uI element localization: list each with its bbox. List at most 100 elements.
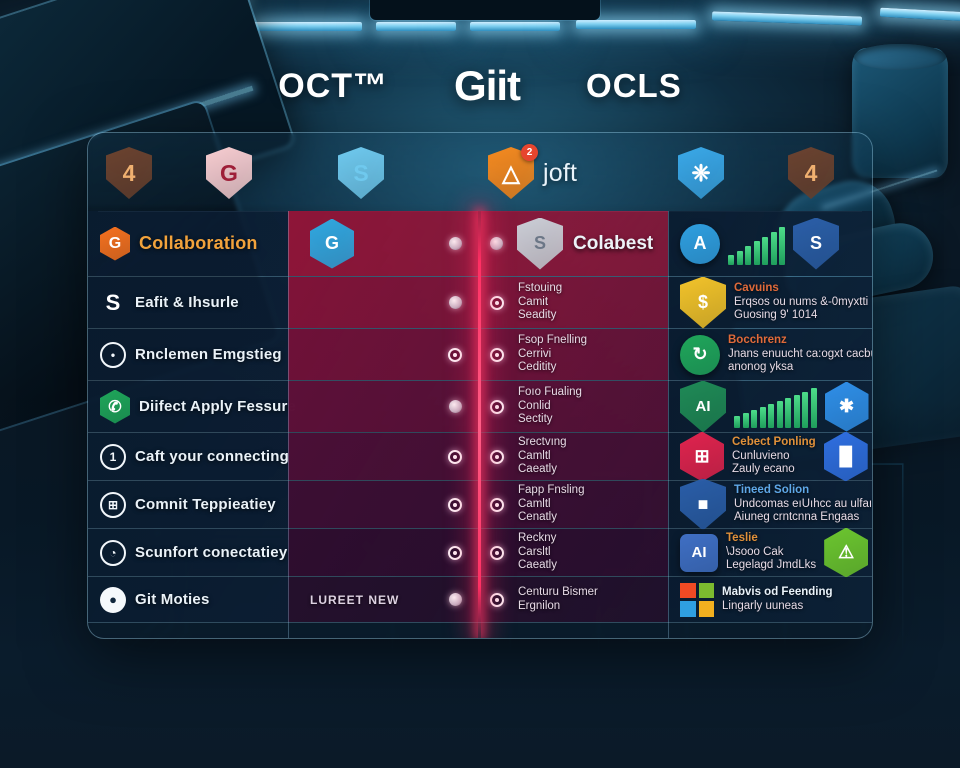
col3-line: Foıo Fualing [518,386,582,399]
col3-line: Caeatly [518,559,557,572]
row-collaboration-label: Collaboration [139,233,258,253]
analytics-hexagon-icon: █ [823,431,868,482]
badge-4-brown-2[interactable]: 4 [788,147,834,199]
col4-subline: Jnans enuucht ca:ogxt cacbun [728,347,872,360]
dollar-shield-icon: $ [680,276,726,329]
logo-giit[interactable]: Giit [454,62,521,110]
row-rnclemen-emgstieg-col2-marker [448,347,462,362]
badge-glyph: ❈ [691,159,711,186]
row-scunfort-conectatiey-col2-cell[interactable] [288,529,478,576]
col3-line: Camltl [518,497,551,510]
row-git-moties-col3-lines: Centuru Bismer Ergnilon [518,586,598,613]
row-diifect-apply-fessure-col3-cell[interactable]: Foıo Fualing Conlid Sectity [478,381,668,432]
row-eafit-ihsurle-col2-marker [449,296,462,309]
repo-ring-icon: ⊞ [100,491,126,518]
row-diifect-apply-fessure-label: Diifect Apply Fessure [139,398,297,415]
speed-logo-icon: S [105,289,121,315]
row-caft-your-connecting-col4-cell[interactable]: ⊞ Cebect Ponling Cunluvieno Zauly ecano █ [668,431,872,482]
badge-glyph: S [353,159,369,186]
col4-subline: Erqsos ou nums &-0myxtti [734,295,869,308]
badge-cluster[interactable]: ❈ [678,147,724,199]
row-git-moties-col2-cell[interactable]: LUREET NEW [288,577,478,622]
row-collaboration-col3-heading: Colabest [573,232,654,254]
badge-s-cyan[interactable]: S [338,147,384,199]
row-caft-your-connecting-feature-cell[interactable]: 1 Caft your connecting [88,433,289,480]
col3-line: Fsop Fnelling [518,334,588,347]
col3-line: Srectvıng [518,436,567,449]
row-collaboration-col2-cell[interactable]: G [288,211,478,276]
chart-bar [745,245,751,265]
avatar-a-icon: A [680,223,720,264]
row-comnit-teppieatiey-col4-cell[interactable]: ■ Tineed Solion Undcomas eıUıhcc au ulfaıU… [668,478,872,531]
badge-joft[interactable]: △ 2 joft [488,144,578,199]
row-scunfort-conectatiey-col3-cell[interactable]: Reckny Carsltl Caeatly [478,529,668,576]
logo-ocls[interactable]: OCLS [586,67,682,105]
row-collaboration-col3-cell[interactable]: S Colabest [478,211,668,276]
briefcase-hexagon-icon: ⊞ [680,431,724,482]
row-scunfort-conectatiey-col4-cell[interactable]: AI Teslie \Jsooo Cak Legelagd JmdLks ⚠ [668,527,872,578]
row-rnclemen-emgstieg-col2-cell[interactable] [288,329,478,380]
chart-bar [802,391,808,428]
row-rnclemen-emgstieg-col3-cell[interactable]: Fsop Fnelling Cerrivi Ceditity [478,329,668,380]
notification-badge: 2 [521,144,538,161]
col4-subline: Zauly ecano [732,463,795,476]
row-caft-your-connecting-col2-marker [448,449,462,464]
column-separator-1 [288,211,289,638]
col3-line: Reckny [518,532,557,545]
row-comnit-teppieatiey-col2-cell[interactable] [288,481,478,528]
row-comnit-teppieatiey-col4-title: Tineed Solion [734,484,810,497]
col3-line: Seadity [518,309,557,322]
ai-square-icon: AI [680,533,718,572]
col3-line: Ergnilon [518,599,561,612]
row-caft-your-connecting-col2-cell[interactable] [288,433,478,480]
row-diifect-apply-fessure-col4-cell[interactable]: AI ✱ [668,380,872,433]
badge-glyph: 4 [122,159,136,186]
row-rnclemen-emgstieg-col4-title: Bocchrenz [728,334,787,347]
row-git-moties-col4-title: Mabvis od Feending [722,585,833,598]
row-git-moties-col2-marker [449,593,462,606]
row-diifect-apply-fessure-feature-cell[interactable]: ✆ Diifect Apply Fessure [88,381,296,432]
light-strip [576,20,696,29]
badge-label: joft [543,158,578,187]
col3-line: Ceditity [518,361,557,374]
warning-hexagon-icon: ⚠ [824,527,869,578]
clock-ring-icon: ◔ [100,539,126,566]
row-caft-your-connecting-col4-title: Cebect Ponling [732,436,816,449]
row-comnit-teppieatiey-col3-cell[interactable]: Fapp Fnsling Camltl Cenatly [478,481,668,528]
col3-line: Camit [518,295,549,308]
row-git-moties-col2-text: LUREET NEW [310,592,400,607]
row-scunfort-conectatiey-feature-cell[interactable]: ◔ Scunfort conectatiey [88,529,288,576]
row-diifect-apply-fessure-col2-marker [449,400,462,413]
row-git-moties-col4-cell[interactable]: Mabvis od Feending Lingarly uuneas [668,577,872,622]
row-eafit-ihsurle-feature-cell[interactable]: S Eafit & Ihsurle [88,277,288,328]
row-git-moties-col3-cell[interactable]: Centuru Bismer Ergnilon [478,577,668,622]
row-rnclemen-emgstieg-feature-cell[interactable]: • Rnclemen Emgstieg [88,329,288,380]
row-git-moties-feature-cell[interactable]: ● Git Moties [88,577,288,622]
row-scunfort-conectatiey-col2-marker [448,545,462,560]
row-rnclemen-emgstieg-col4-cell[interactable]: ↻ Bocchrenz Jnans enuucht ca:ogxt cacbun an… [668,329,872,380]
badge-shield-wrap: 4 [788,147,834,199]
row-caft-your-connecting-col3-cell[interactable]: Srectvıng Camltl Caeatly [478,433,668,480]
badge-cluster-shield-icon: ❈ [678,147,724,199]
row-eafit-ihsurle-col3-cell[interactable]: Fstouing Camit Seadity [478,277,668,328]
col3-line: Fstouing [518,282,563,295]
badge-g-pink[interactable]: G [206,147,252,199]
row-eafit-ihsurle-col2-cell[interactable] [288,277,478,328]
logo-oct[interactable]: OCT™ [278,67,388,106]
row-collaboration-col4-cell[interactable]: AS [668,211,872,276]
col4-subline: Undcomas eıUıhcc au ulfaıUy [734,497,872,510]
chart-bar [759,406,766,428]
colabest-shield-icon: S [517,217,563,270]
row-collaboration-col2-marker [449,237,462,250]
phone-hexagon-icon: ✆ [100,389,130,424]
ms-square [680,601,696,617]
row-collaboration-feature-cell[interactable]: G Collaboration [88,211,288,276]
comparison-table: G Collaboration G S Colabest A S S Eafit & Ihsur… [88,211,872,638]
row-eafit-ihsurle-col4-cell[interactable]: $ Cavuins Erqsos ou nums &-0myxtti Guosing … [668,276,872,329]
chart-bar [779,226,785,265]
light-strip [252,22,362,31]
row-caft-your-connecting-col3-lines: Srectvıng Camltl Caeatly [518,436,567,477]
row-comnit-teppieatiey-feature-cell[interactable]: ⊞ Comnit Teppieatiey [88,481,288,528]
row-diifect-apply-fessure-col2-cell[interactable] [288,381,478,432]
badge-4-brown[interactable]: 4 [106,147,152,199]
